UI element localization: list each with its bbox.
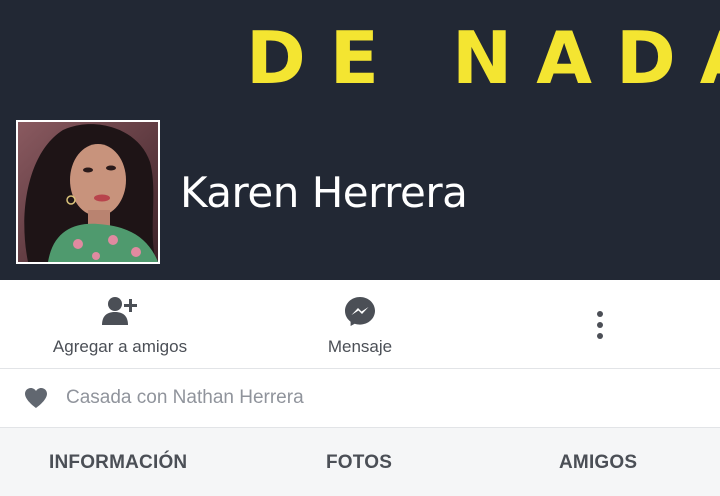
message-button[interactable]: Mensaje <box>240 280 480 368</box>
add-friend-icon <box>102 294 138 328</box>
tab-informacion[interactable]: INFORMACIÓN <box>49 452 187 474</box>
add-friend-label: Agregar a amigos <box>52 337 188 356</box>
tab-amigos[interactable]: AMIGOS <box>559 452 637 474</box>
message-label: Mensaje <box>327 337 393 356</box>
add-friend-button[interactable]: Agregar a amigos <box>0 280 240 368</box>
tab-fotos[interactable]: FOTOS <box>326 452 392 474</box>
more-options-icon <box>596 308 604 342</box>
messenger-icon <box>344 294 376 328</box>
profile-photo-icon <box>18 122 158 262</box>
cover-text: DE NADA <box>246 16 720 100</box>
relationship-row[interactable]: Casada con Nathan Herrera <box>0 369 720 428</box>
more-options-button[interactable] <box>480 280 720 368</box>
profile-name: Karen Herrera <box>180 168 468 217</box>
relationship-text: Casada con Nathan Herrera <box>66 387 304 408</box>
profile-actions-bar: Agregar a amigos Mensaje <box>0 280 720 369</box>
heart-icon <box>24 387 48 409</box>
profile-tabs: INFORMACIÓN FOTOS AMIGOS <box>0 428 720 496</box>
profile-avatar[interactable] <box>16 120 160 264</box>
